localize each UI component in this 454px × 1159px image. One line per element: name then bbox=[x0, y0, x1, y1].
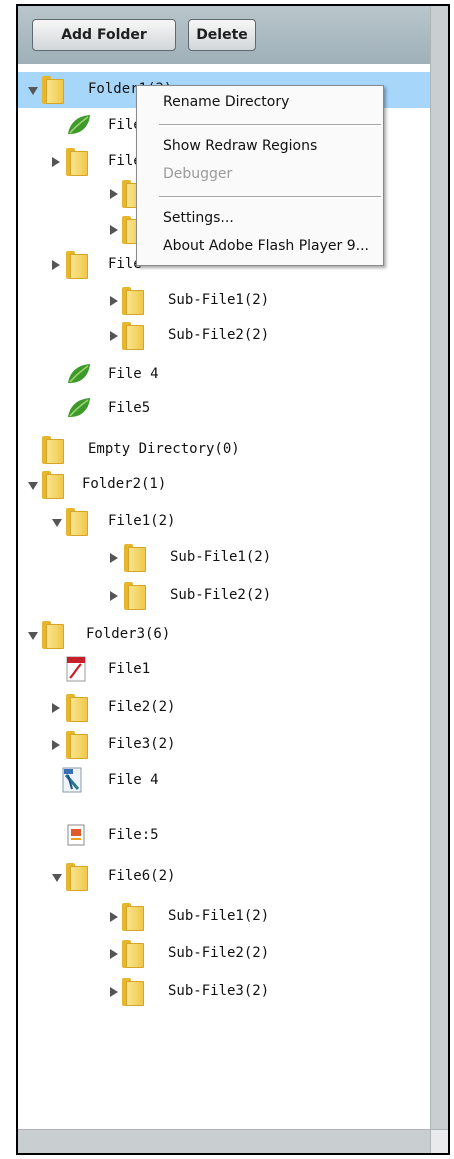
tree-item-label: Sub-File3(2) bbox=[168, 983, 270, 999]
tree-row[interactable]: Folder3(6) bbox=[18, 617, 418, 653]
expand-right-icon[interactable] bbox=[110, 987, 118, 997]
tree-item-label: File3(2) bbox=[108, 736, 176, 752]
png-file-icon bbox=[62, 767, 82, 793]
tree-row[interactable]: Folder2(1) bbox=[18, 467, 418, 503]
tree-item-label: File 4 bbox=[108, 366, 159, 382]
folder-icon bbox=[66, 508, 88, 536]
menu-item-about-flash-player[interactable]: About Adobe Flash Player 9... bbox=[163, 238, 369, 254]
folder-icon bbox=[66, 251, 88, 279]
tree-item-label: Empty Directory(0) bbox=[88, 441, 240, 457]
tree-row[interactable]: Sub-File1(2) bbox=[18, 540, 418, 576]
folder-icon bbox=[124, 544, 146, 572]
menu-item-show-redraw-regions[interactable]: Show Redraw Regions bbox=[163, 138, 317, 154]
expand-down-icon[interactable] bbox=[52, 874, 62, 882]
folder-icon bbox=[122, 940, 144, 968]
expand-right-icon[interactable] bbox=[110, 553, 118, 563]
add-folder-button[interactable]: Add Folder bbox=[32, 19, 176, 51]
tree-row[interactable]: Sub-File3(2) bbox=[18, 974, 418, 1010]
tree-item-label: Sub-File2(2) bbox=[168, 945, 270, 961]
tree-row[interactable]: File1 bbox=[18, 652, 418, 688]
tree-item-label: Sub-File2(2) bbox=[168, 327, 270, 343]
context-menu: Rename Directory Show Redraw Regions Debug… bbox=[136, 85, 384, 266]
folder-icon bbox=[42, 76, 64, 104]
expand-right-icon[interactable] bbox=[110, 949, 118, 959]
expand-right-icon[interactable] bbox=[110, 331, 118, 341]
tree-item-label: Sub-File1(2) bbox=[170, 549, 272, 565]
expand-right-icon[interactable] bbox=[52, 157, 60, 167]
tree-row[interactable]: File 4 bbox=[18, 357, 418, 393]
expand-right-icon[interactable] bbox=[52, 260, 60, 270]
menu-separator bbox=[159, 124, 381, 126]
tree-item-label: Sub-File1(2) bbox=[168, 292, 270, 308]
tree-row[interactable]: File3(2) bbox=[18, 727, 418, 763]
presentation-file-icon bbox=[66, 822, 86, 848]
tree-item-label: Sub-File2(2) bbox=[170, 587, 272, 603]
menu-item-debugger: Debugger bbox=[163, 166, 233, 182]
folder-icon bbox=[42, 436, 64, 464]
horizontal-scrollbar[interactable] bbox=[18, 1129, 430, 1153]
tree-item-label: Folder3(6) bbox=[86, 626, 171, 642]
tree-item-label: File1(2) bbox=[108, 513, 176, 529]
tree-item-label: File1 bbox=[108, 661, 151, 677]
tree-row[interactable]: File5 bbox=[18, 391, 418, 427]
tree-item-label: Folder2(1) bbox=[82, 476, 167, 492]
expand-right-icon[interactable] bbox=[110, 591, 118, 601]
tree-row[interactable]: Empty Directory(0) bbox=[18, 432, 418, 468]
menu-separator bbox=[159, 196, 381, 198]
expand-right-icon[interactable] bbox=[110, 912, 118, 922]
folder-icon bbox=[122, 287, 144, 315]
menu-item-rename-directory[interactable]: Rename Directory bbox=[163, 94, 289, 110]
expand-right-icon[interactable] bbox=[110, 225, 118, 235]
expand-down-icon[interactable] bbox=[28, 482, 38, 490]
folder-icon bbox=[122, 978, 144, 1006]
tree-row[interactable]: Sub-File1(2) bbox=[18, 899, 418, 935]
tree-row[interactable]: File6(2) bbox=[18, 859, 418, 895]
pdf-file-icon bbox=[66, 656, 86, 682]
tree-item-label: File:5 bbox=[108, 827, 159, 843]
leaf-file-icon bbox=[66, 114, 92, 136]
folder-icon bbox=[66, 863, 88, 891]
tree-row[interactable]: File1(2) bbox=[18, 504, 418, 540]
leaf-file-icon bbox=[66, 363, 92, 385]
tree-item-label: File 4 bbox=[108, 772, 159, 788]
tree-item-label: Sub-File1(2) bbox=[168, 908, 270, 924]
menu-item-settings[interactable]: Settings... bbox=[163, 210, 234, 226]
tree-row[interactable]: Sub-File2(2) bbox=[18, 936, 418, 972]
vertical-scrollbar[interactable] bbox=[430, 6, 448, 1129]
tree-row[interactable]: Sub-File2(2) bbox=[18, 318, 418, 354]
folder-icon bbox=[124, 582, 146, 610]
tree-item-label: File6(2) bbox=[108, 868, 176, 884]
folder-icon bbox=[42, 471, 64, 499]
scrollbar-corner bbox=[430, 1129, 448, 1153]
tree-row[interactable]: File 4 bbox=[18, 763, 418, 799]
folder-icon bbox=[66, 731, 88, 759]
expand-right-icon[interactable] bbox=[110, 296, 118, 306]
tree-row[interactable]: Sub-File1(2) bbox=[18, 283, 418, 319]
tree-row[interactable]: File:5 bbox=[18, 818, 418, 854]
leaf-file-icon bbox=[66, 397, 92, 419]
folder-icon bbox=[66, 694, 88, 722]
expand-right-icon[interactable] bbox=[52, 703, 60, 713]
folder-icon bbox=[122, 322, 144, 350]
expand-right-icon[interactable] bbox=[110, 189, 118, 199]
delete-button[interactable]: Delete bbox=[188, 19, 256, 51]
expand-down-icon[interactable] bbox=[28, 87, 38, 95]
tree-row[interactable]: File2(2) bbox=[18, 690, 418, 726]
folder-icon bbox=[42, 621, 64, 649]
folder-icon bbox=[66, 148, 88, 176]
tree-row[interactable]: Sub-File2(2) bbox=[18, 578, 418, 614]
expand-down-icon[interactable] bbox=[28, 632, 38, 640]
tree-item-label: File2(2) bbox=[108, 699, 176, 715]
tree-item-label: File5 bbox=[108, 400, 151, 416]
expand-down-icon[interactable] bbox=[52, 519, 62, 527]
folder-icon bbox=[122, 903, 144, 931]
toolbar: Add Folder Delete bbox=[18, 6, 430, 64]
expand-right-icon[interactable] bbox=[52, 740, 60, 750]
